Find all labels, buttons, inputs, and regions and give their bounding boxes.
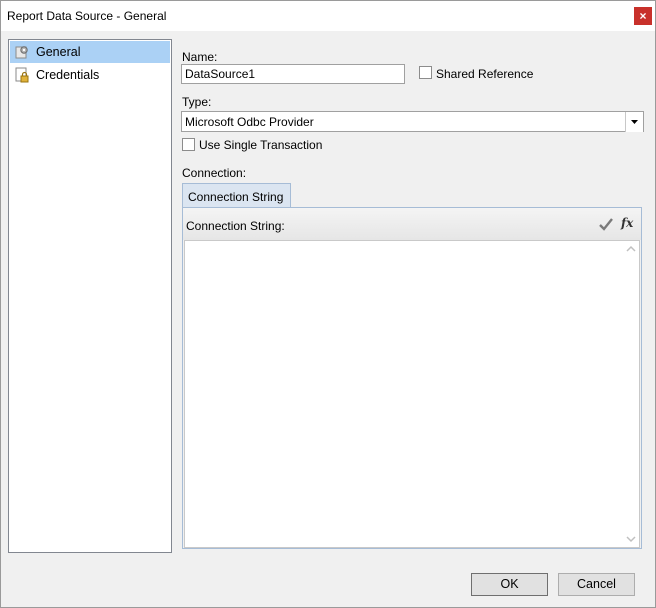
use-single-transaction-checkbox[interactable] — [182, 138, 195, 151]
dialog-window: Report Data Source - General × General C… — [0, 0, 656, 608]
nav-item-label: General — [36, 45, 81, 59]
name-value: DataSource1 — [185, 67, 256, 81]
name-field[interactable]: DataSource1 — [181, 64, 405, 84]
ok-button[interactable]: OK — [471, 573, 548, 596]
tab-connection-string[interactable]: Connection String — [182, 183, 291, 208]
shared-reference-checkbox[interactable] — [419, 66, 432, 79]
window-title: Report Data Source - General — [7, 9, 167, 23]
connection-panel: Connection String: fx — [182, 207, 642, 549]
title-bar: Report Data Source - General × — [1, 1, 655, 32]
nav-item-general[interactable]: General — [10, 41, 170, 63]
nav-item-credentials[interactable]: Credentials — [10, 64, 170, 86]
connection-label: Connection: — [182, 166, 247, 180]
cancel-button[interactable]: Cancel — [558, 573, 635, 596]
connection-string-editor[interactable] — [184, 240, 640, 548]
close-button[interactable]: × — [634, 7, 652, 25]
panel-header: Connection String: fx — [183, 208, 641, 240]
checkmark-icon[interactable] — [598, 216, 614, 235]
nav-item-label: Credentials — [36, 68, 100, 82]
fx-icon[interactable]: fx — [621, 216, 633, 230]
gear-doc-icon — [14, 44, 30, 60]
page-nav-list: General Credentials — [8, 39, 172, 553]
type-label: Type: — [182, 95, 212, 109]
chevron-down-icon[interactable] — [625, 112, 643, 132]
shared-reference-label: Shared Reference — [436, 67, 534, 81]
close-icon: × — [639, 9, 647, 23]
name-label: Name: — [182, 50, 218, 64]
connection-string-label: Connection String: — [186, 219, 285, 233]
scroll-down-icon[interactable] — [625, 533, 637, 545]
lock-doc-icon — [14, 67, 30, 83]
type-value: Microsoft Odbc Provider — [185, 115, 314, 129]
use-single-transaction-label: Use Single Transaction — [199, 138, 323, 152]
type-dropdown[interactable]: Microsoft Odbc Provider — [181, 111, 644, 132]
tab-label: Connection String — [188, 190, 284, 204]
scroll-up-icon[interactable] — [625, 243, 637, 255]
